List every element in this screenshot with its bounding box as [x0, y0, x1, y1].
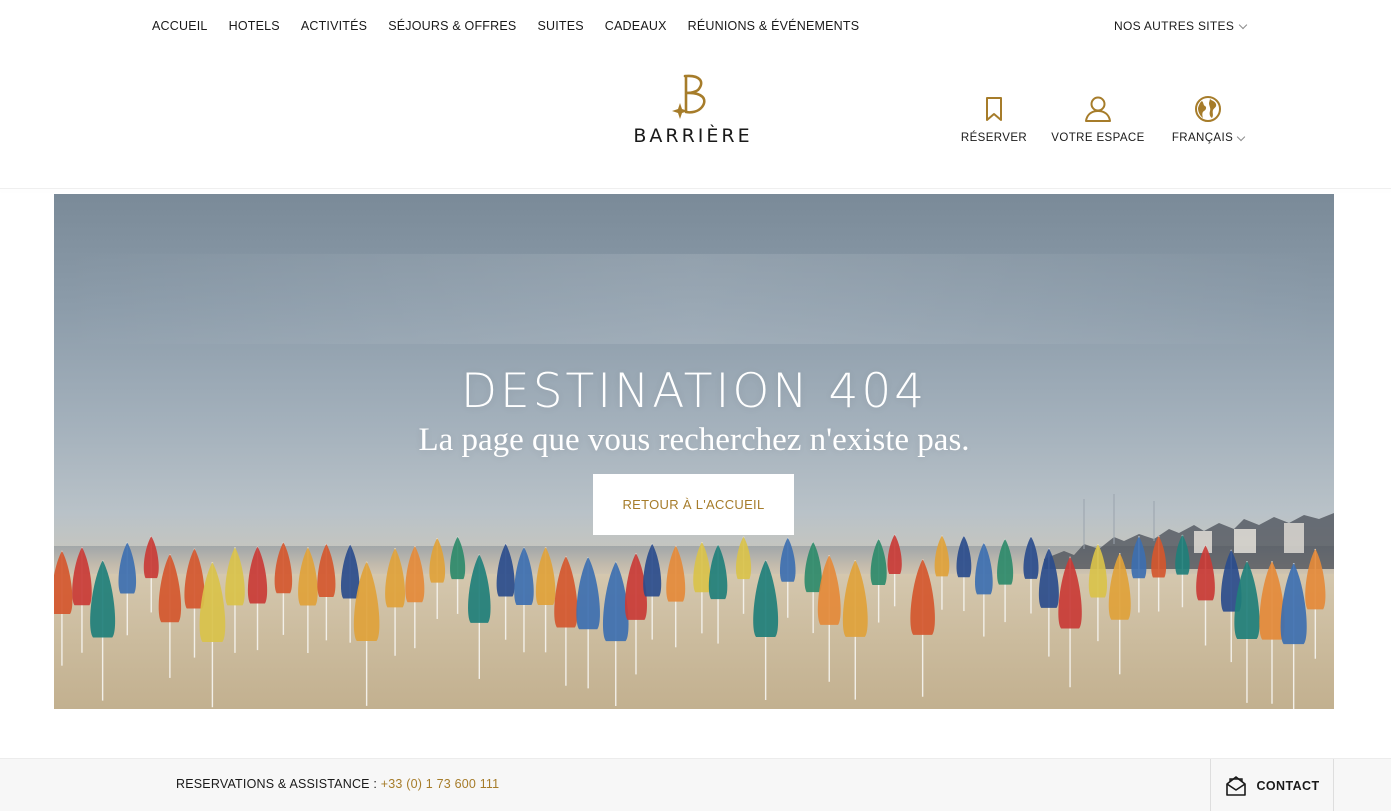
umbrella-canopy	[405, 546, 425, 603]
umbrella-canopy	[997, 538, 1014, 585]
umbrella-canopy	[1131, 536, 1147, 579]
envelope-icon	[1225, 775, 1246, 796]
umbrella-canopy	[274, 542, 293, 594]
other-sites-dropdown[interactable]: NOS AUTRES SITES	[1114, 19, 1248, 33]
globe-icon	[1194, 94, 1222, 124]
umbrella-canopy	[225, 547, 245, 606]
language-label: FRANÇAIS	[1171, 132, 1246, 144]
umbrella-canopy	[90, 560, 116, 638]
umbrella-canopy	[753, 560, 779, 638]
hero-sky	[54, 254, 1334, 344]
other-sites-label: NOS AUTRES SITES	[1114, 19, 1235, 33]
umbrella-canopy	[1023, 536, 1039, 579]
back-home-button[interactable]: RETOUR À L'ACCUEIL	[593, 474, 794, 535]
umbrella-canopy	[429, 538, 446, 583]
contact-button[interactable]: CONTACT	[1210, 759, 1334, 811]
umbrella-canopy	[1058, 556, 1082, 629]
nav-item-cadeaux[interactable]: CADEAUX	[605, 19, 667, 33]
header-divider	[0, 188, 1391, 189]
reserver-label: RÉSERVER	[960, 132, 1028, 144]
language-selector[interactable]: FRANÇAIS	[1168, 94, 1248, 144]
umbrella-canopy	[199, 562, 226, 642]
language-current: FRANÇAIS	[1171, 132, 1234, 144]
top-navigation: ACCUEIL HOTELS ACTIVITÉS SÉJOURS & OFFRE…	[0, 0, 1391, 54]
umbrella-canopy	[870, 539, 887, 585]
umbrella-canopy	[693, 542, 711, 593]
umbrella-canopy	[1038, 548, 1059, 608]
umbrella-canopy	[602, 561, 629, 642]
umbrella-canopy	[1088, 544, 1108, 598]
assistance-info: RESERVATIONS & ASSISTANCE : +33 (0) 1 73…	[176, 777, 499, 791]
nav-item-suites[interactable]: SUITES	[537, 19, 583, 33]
nav-item-reunions-evenements[interactable]: RÉUNIONS & ÉVÉNEMENTS	[688, 19, 860, 33]
nav-item-sejours-offres[interactable]: SÉJOURS & OFFRES	[388, 19, 516, 33]
votre-espace-button[interactable]: VOTRE ESPACE	[1050, 94, 1146, 144]
umbrella-canopy	[779, 537, 796, 582]
umbrella-canopy	[1280, 563, 1307, 645]
umbrella-canopy	[934, 535, 950, 577]
umbrella-canopy	[887, 534, 902, 575]
umbrella-canopy	[1108, 553, 1131, 620]
logo-wordmark: BARRIÈRE	[633, 125, 753, 147]
beach-umbrellas-illustration	[54, 534, 1326, 709]
umbrella-canopy	[576, 556, 600, 630]
umbrella-canopy	[1196, 545, 1215, 601]
umbrella-canopy	[340, 544, 360, 599]
hero-banner: DESTINATION 404 La page que vous recherc…	[54, 194, 1334, 709]
umbrella-canopy	[643, 543, 662, 597]
umbrella-canopy	[72, 547, 92, 606]
umbrella-canopy	[54, 550, 73, 614]
nav-item-accueil[interactable]: ACCUEIL	[152, 19, 208, 33]
umbrella-canopy	[974, 542, 993, 595]
user-icon	[1084, 94, 1112, 124]
reserver-button[interactable]: RÉSERVER	[960, 94, 1028, 144]
umbrella-canopy	[1305, 548, 1326, 610]
error-message: La page que vous recherchez n'existe pas…	[418, 422, 970, 458]
barriere-logo[interactable]: BARRIÈRE	[628, 72, 758, 152]
chevron-down-icon	[1236, 132, 1246, 141]
umbrella-canopy	[1175, 534, 1190, 575]
error-title: DESTINATION 404	[460, 364, 928, 419]
umbrella-canopy	[910, 559, 935, 635]
umbrella-canopy	[735, 536, 752, 580]
logo-monogram-icon	[672, 74, 706, 119]
main-menu: ACCUEIL HOTELS ACTIVITÉS SÉJOURS & OFFRE…	[152, 19, 880, 33]
umbrella-canopy	[1151, 536, 1167, 578]
umbrella-canopy	[247, 546, 268, 604]
umbrella-canopy	[317, 543, 336, 597]
umbrella-canopy	[158, 554, 182, 623]
umbrella-canopy	[535, 547, 556, 606]
assistance-phone-link[interactable]: +33 (0) 1 73 600 111	[381, 777, 500, 791]
assistance-bar: RESERVATIONS & ASSISTANCE : +33 (0) 1 73…	[0, 758, 1391, 811]
umbrella-canopy	[514, 547, 534, 605]
umbrella-canopy	[554, 556, 578, 628]
umbrella-canopy	[708, 544, 728, 600]
umbrella-canopy	[118, 542, 137, 594]
umbrella-canopy	[184, 548, 205, 609]
umbrella-canopy	[956, 535, 972, 578]
nav-item-hotels[interactable]: HOTELS	[229, 19, 280, 33]
umbrella-canopy	[496, 543, 515, 597]
umbrella-canopy	[143, 536, 159, 579]
nav-item-activites[interactable]: ACTIVITÉS	[301, 19, 367, 33]
umbrella-canopy	[468, 554, 491, 623]
umbrella-canopy	[666, 545, 686, 602]
votre-espace-label: VOTRE ESPACE	[1051, 132, 1145, 144]
umbrella-canopy	[817, 555, 841, 625]
umbrella-canopy	[385, 548, 406, 608]
chevron-down-icon	[1238, 20, 1248, 29]
assistance-label: RESERVATIONS & ASSISTANCE :	[176, 777, 378, 791]
umbrella-canopy	[450, 536, 466, 580]
umbrella-canopy	[804, 541, 822, 593]
contact-label: CONTACT	[1256, 778, 1320, 793]
bookmark-icon	[985, 94, 1003, 124]
umbrella-canopy	[298, 547, 318, 606]
umbrella-canopy	[842, 560, 868, 637]
